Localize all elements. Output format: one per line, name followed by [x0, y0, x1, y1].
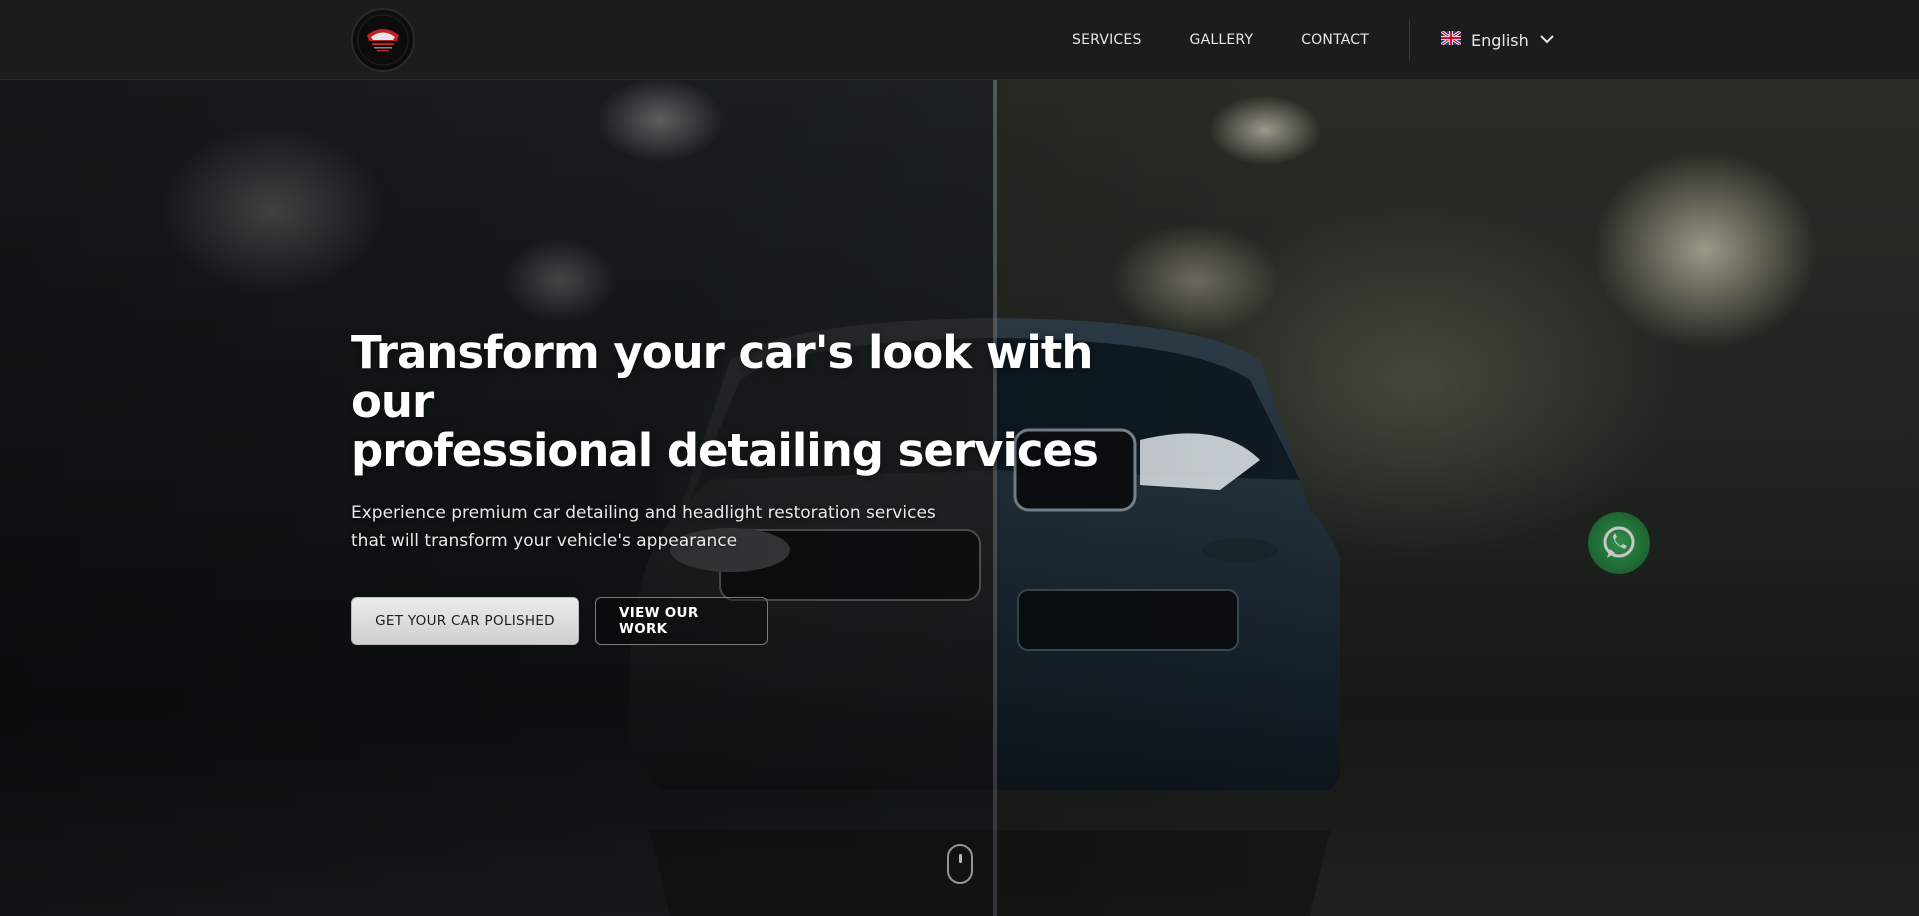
whatsapp-icon[interactable] — [1588, 512, 1650, 574]
main-nav: SERVICES GALLERY CONTACT — [1024, 0, 1369, 80]
hero-section: Transform your car's look with our profe… — [0, 80, 1919, 916]
hero-content: Transform your car's look with our profe… — [351, 328, 1151, 645]
hero-subtitle: Experience premium car detailing and hea… — [351, 503, 936, 551]
scroll-wheel — [959, 854, 962, 863]
site-header: SERVICES GALLERY CONTACT English — [0, 0, 1919, 80]
logo-icon[interactable] — [351, 8, 415, 72]
uk-flag-icon — [1440, 29, 1462, 50]
chevron-down-icon — [1539, 31, 1555, 49]
cta-row: GET YOUR CAR POLISHED VIEW OUR WORK — [351, 597, 1151, 645]
hero-title-line-2: professional detailing services — [351, 424, 1099, 477]
nav-services[interactable]: SERVICES — [1072, 32, 1142, 48]
nav-divider — [1409, 20, 1410, 60]
language-label: English — [1471, 30, 1529, 50]
hero-title: Transform your car's look with our profe… — [351, 328, 1151, 475]
view-our-work-button[interactable]: VIEW OUR WORK — [595, 597, 768, 645]
nav-gallery[interactable]: GALLERY — [1190, 32, 1254, 48]
get-car-polished-button[interactable]: GET YOUR CAR POLISHED — [351, 597, 579, 645]
language-selector[interactable]: English — [1440, 26, 1555, 54]
mouse-scroll-icon[interactable] — [947, 844, 973, 884]
hero-title-line-1: Transform your car's look with our — [351, 326, 1093, 428]
nav-contact[interactable]: CONTACT — [1301, 32, 1369, 48]
